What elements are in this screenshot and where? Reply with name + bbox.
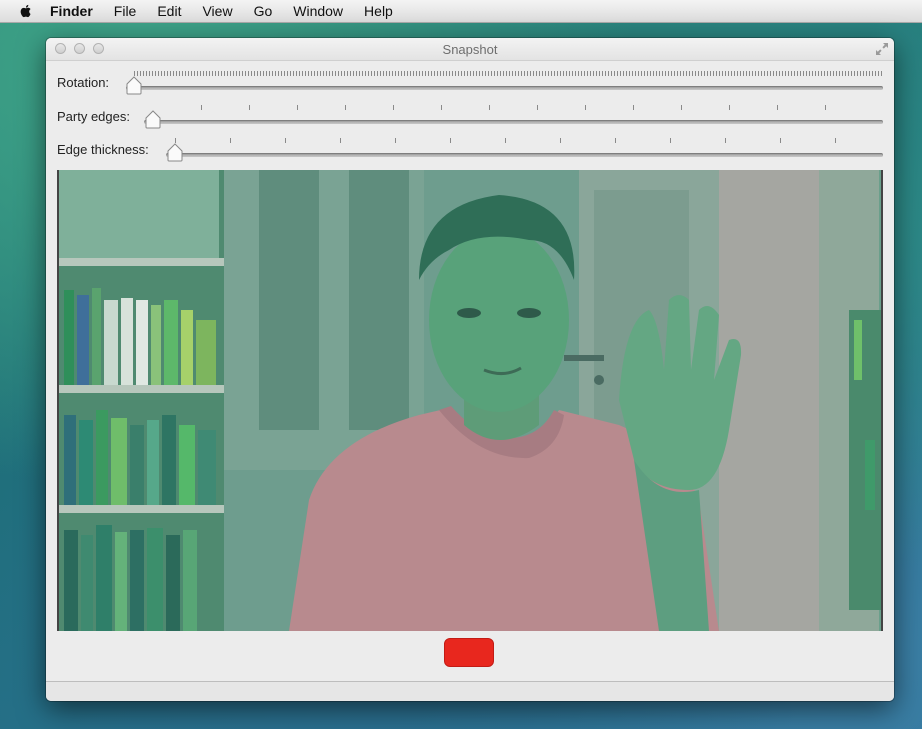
edge-thickness-ticks bbox=[175, 138, 883, 144]
menu-help[interactable]: Help bbox=[364, 3, 393, 19]
menu-app-name[interactable]: Finder bbox=[50, 3, 93, 19]
menu-go[interactable]: Go bbox=[254, 3, 273, 19]
camera-preview bbox=[57, 170, 883, 631]
snapshot-button[interactable] bbox=[444, 638, 494, 667]
party-edges-label: Party edges: bbox=[57, 109, 130, 124]
edge-thickness-slider[interactable] bbox=[166, 153, 883, 157]
menu-file[interactable]: File bbox=[114, 3, 137, 19]
status-bar bbox=[46, 681, 894, 701]
menu-bar: Finder File Edit View Go Window Help bbox=[0, 0, 922, 23]
rotation-label: Rotation: bbox=[57, 75, 110, 90]
party-edges-ticks bbox=[153, 105, 883, 111]
window-title: Snapshot bbox=[442, 42, 498, 57]
edge-thickness-label: Edge thickness: bbox=[57, 142, 149, 157]
title-bar[interactable]: Snapshot bbox=[46, 38, 894, 61]
edge-thickness-slider-row: Edge thickness: bbox=[46, 135, 894, 165]
rotation-slider[interactable] bbox=[126, 86, 883, 90]
party-edges-slider[interactable] bbox=[144, 120, 883, 124]
menu-edit[interactable]: Edit bbox=[157, 3, 181, 19]
menu-view[interactable]: View bbox=[202, 3, 232, 19]
fullscreen-icon[interactable] bbox=[875, 42, 889, 56]
rotation-slider-row: Rotation: bbox=[46, 68, 894, 98]
apple-icon[interactable] bbox=[18, 3, 34, 19]
party-edges-slider-row: Party edges: bbox=[46, 102, 894, 132]
snapshot-window: Snapshot Rotation: Party edges: Edge thi… bbox=[46, 38, 894, 701]
rotation-ticks bbox=[134, 71, 883, 76]
menu-window[interactable]: Window bbox=[293, 3, 343, 19]
camera-frame-image bbox=[59, 170, 881, 631]
party-edges-slider-knob[interactable] bbox=[144, 110, 162, 129]
rotation-slider-knob[interactable] bbox=[125, 76, 143, 95]
edge-thickness-slider-knob[interactable] bbox=[166, 143, 184, 162]
